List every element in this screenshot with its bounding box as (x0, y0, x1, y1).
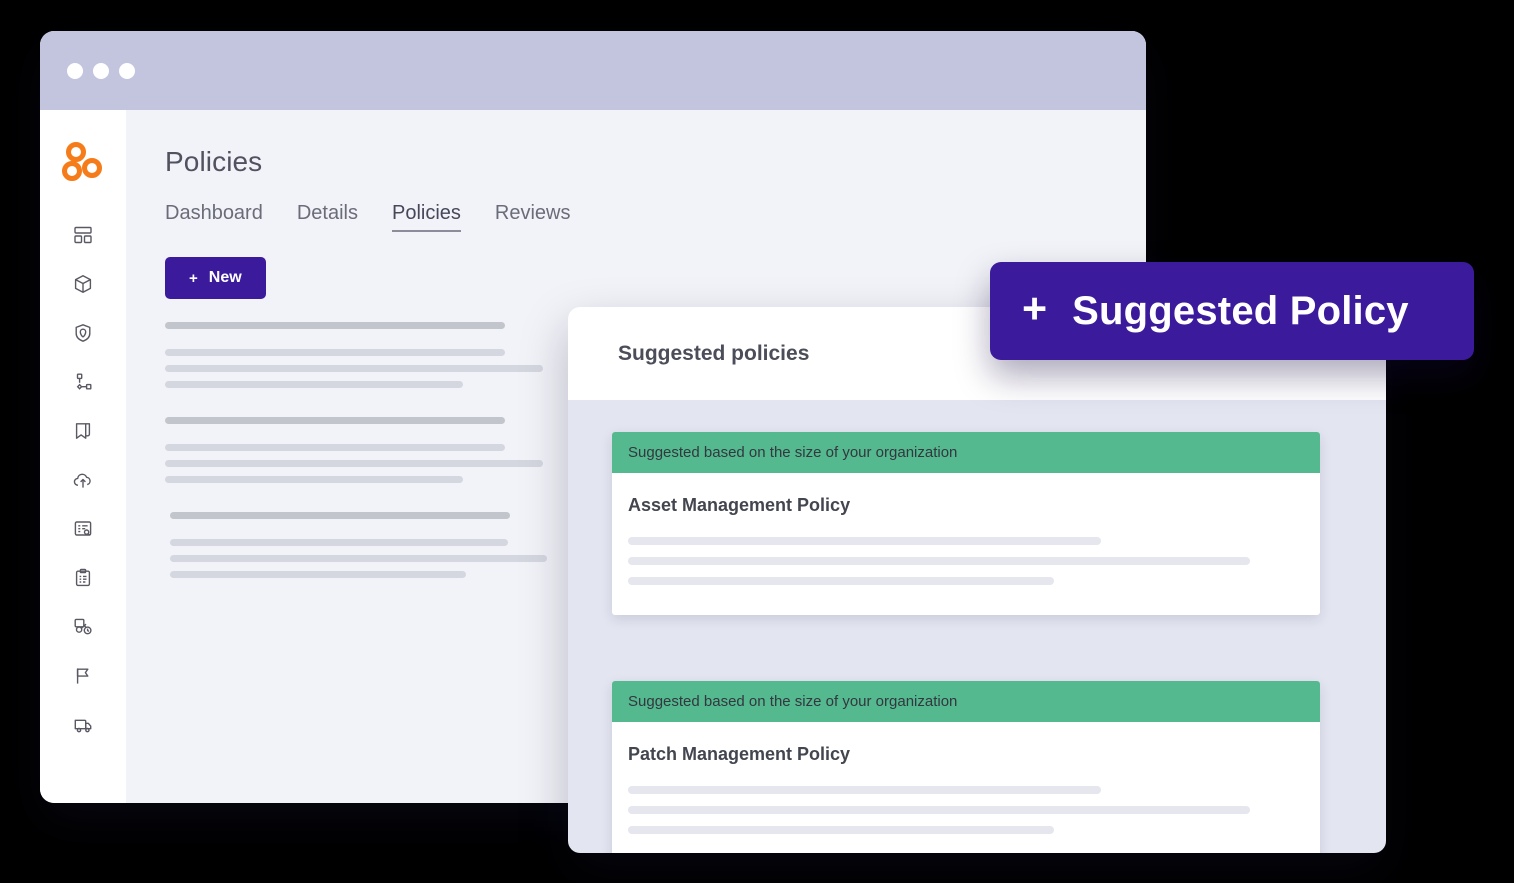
window-maximize-dot[interactable] (119, 62, 135, 79)
policy-skeleton-line (628, 786, 1102, 794)
skeleton-line (170, 555, 547, 562)
policy-skeleton-line (628, 577, 1054, 585)
policy-card-banner: Suggested based on the size of your orga… (612, 681, 1320, 722)
sidebar-item-workflow[interactable] (71, 370, 95, 394)
skeleton-line (165, 460, 543, 467)
cloud-upload-icon (73, 470, 93, 490)
page-title: Policies (165, 146, 263, 177)
key-settings-icon (73, 617, 93, 637)
new-policy-button-label: New (208, 269, 242, 286)
policy-skeleton-line (628, 537, 1102, 545)
bookmark-icon (73, 421, 93, 441)
plus-icon: + (189, 269, 198, 287)
sidebar-item-vendors[interactable] (71, 713, 95, 737)
plus-icon: + (1022, 284, 1048, 333)
policy-card-title: Asset Management Policy (628, 495, 851, 515)
skeleton-heading-line (165, 322, 505, 329)
skeleton-heading-line (170, 512, 510, 519)
policy-card-content: Asset Management Policy (612, 473, 1320, 615)
policy-card[interactable]: Suggested based on the size of your orga… (612, 432, 1320, 615)
skeleton-line (165, 381, 463, 388)
tab-bar: Dashboard Details Policies Reviews (165, 202, 1146, 232)
workflow-nodes-icon (73, 372, 93, 392)
window-close-dot[interactable] (67, 62, 83, 79)
policy-skeleton-line (628, 557, 1250, 565)
sidebar-item-reports[interactable] (71, 517, 95, 541)
sidebar-item-assets[interactable] (71, 272, 95, 296)
screenshot-stage: Policies Dashboard Details Policies Revi… (0, 0, 1514, 883)
sidebar-item-cloud[interactable] (71, 468, 95, 492)
suggested-policy-badge-label: Suggested Policy (1072, 288, 1409, 333)
skeleton-line (165, 444, 505, 451)
window-minimize-dot[interactable] (93, 62, 109, 79)
new-policy-button[interactable]: + New (165, 257, 266, 299)
policy-skeleton-line (628, 826, 1054, 834)
sidebar-nav (40, 223, 126, 737)
flag-icon (73, 666, 93, 686)
sidebar-item-flags[interactable] (71, 664, 95, 688)
policy-skeleton-line (628, 806, 1250, 814)
app-logo[interactable] (60, 141, 106, 187)
sidebar-item-tasks[interactable] (71, 566, 95, 590)
policy-card-content: Patch Management Policy (612, 722, 1320, 853)
suggested-policies-panel: Suggested policies Suggested based on th… (568, 307, 1386, 853)
clipboard-list-icon (73, 568, 93, 588)
tab-dashboard[interactable]: Dashboard (165, 202, 280, 232)
truck-icon (73, 715, 93, 735)
skeleton-line (165, 365, 543, 372)
sidebar (40, 110, 126, 803)
skeleton-line (170, 571, 466, 578)
sidebar-item-dashboard[interactable] (71, 223, 95, 247)
skeleton-line (165, 349, 505, 356)
package-box-icon (73, 274, 93, 294)
dashboard-layout-icon (73, 225, 93, 245)
panel-body: Suggested based on the size of your orga… (568, 400, 1386, 853)
shield-check-icon (73, 323, 93, 343)
policy-card-banner: Suggested based on the size of your orga… (612, 432, 1320, 473)
policy-card[interactable]: Suggested based on the size of your orga… (612, 681, 1320, 853)
suggested-policy-badge[interactable]: + Suggested Policy (990, 262, 1474, 360)
tab-policies[interactable]: Policies (391, 202, 478, 232)
document-search-icon (73, 519, 93, 539)
skeleton-line (165, 476, 463, 483)
tab-details[interactable]: Details (297, 202, 375, 232)
skeleton-line (170, 539, 508, 546)
policy-card-title: Patch Management Policy (628, 744, 851, 764)
sidebar-item-access[interactable] (71, 615, 95, 639)
panel-title: Suggested policies (618, 341, 810, 365)
sidebar-item-security[interactable] (71, 321, 95, 345)
sidebar-item-bookmarks[interactable] (71, 419, 95, 443)
skeleton-heading-line (165, 417, 505, 424)
window-titlebar (40, 31, 1146, 110)
tab-reviews[interactable]: Reviews (495, 202, 588, 232)
